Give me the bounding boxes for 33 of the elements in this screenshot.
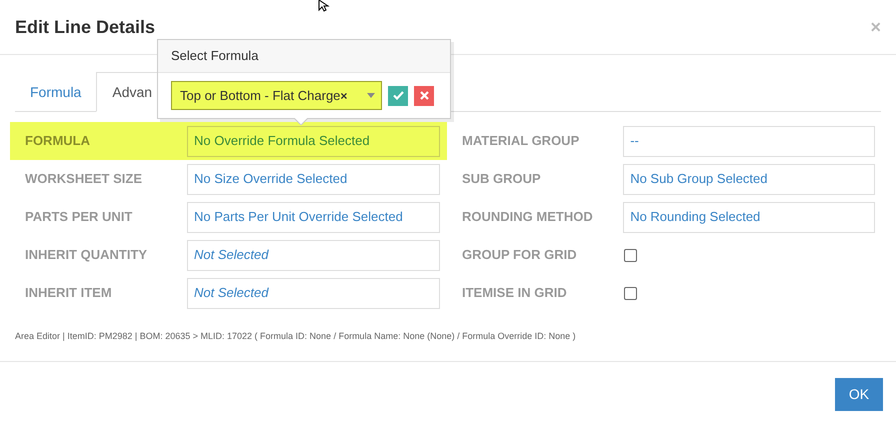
cancel-button[interactable]	[414, 86, 434, 106]
select-field[interactable]: No Parts Per Unit Override Selected	[187, 202, 440, 232]
ok-button[interactable]: OK	[835, 378, 883, 411]
select-field[interactable]: No Override Formula Selected	[187, 126, 440, 156]
close-icon	[420, 91, 428, 100]
clear-button[interactable]: ×	[340, 90, 348, 102]
field-label: ROUNDING METHOD	[461, 208, 594, 226]
field-label: WORKSHEET SIZE	[24, 170, 144, 188]
popover-title: Select Formula	[171, 47, 258, 66]
field-label: ITEMISE IN GRID	[461, 284, 568, 302]
checkbox[interactable]	[624, 248, 637, 262]
checkbox[interactable]	[624, 286, 637, 300]
field-label: MATERIAL GROUP	[461, 132, 580, 150]
field-label: PARTS PER UNIT	[24, 208, 134, 226]
select-field[interactable]: --	[623, 126, 875, 156]
field-label: GROUP FOR GRID	[461, 246, 578, 264]
select-field[interactable]: No Size Override Selected	[187, 164, 440, 194]
item-info-text: Area Editor | ItemID: PM2982 | BOM: 20635 > MLID: 17022 ( Formula ID: None / Formula Name: None (None) / Formula Override ID: None )	[15, 330, 576, 343]
field-label: FORMULA	[24, 132, 91, 150]
field-label: INHERIT QUANTITY	[24, 246, 148, 264]
select-field[interactable]: No Sub Group Selected	[623, 164, 875, 194]
caret-icon	[367, 93, 375, 98]
field-label: SUB GROUP	[461, 170, 542, 188]
formula-select[interactable]: Top or Bottom - Flat Charge×	[171, 81, 382, 110]
tab[interactable]: Formula	[15, 72, 96, 112]
select-field[interactable]: Not Selected	[187, 240, 440, 270]
select-field[interactable]: Not Selected	[187, 278, 440, 308]
dialog-title: Edit Line Details	[15, 16, 156, 38]
confirm-button[interactable]	[388, 86, 408, 106]
field-label: INHERIT ITEM	[24, 284, 113, 302]
select-field[interactable]: No Rounding Selected	[623, 202, 875, 232]
check-icon	[392, 91, 404, 100]
select-value: Top or Bottom - Flat Charge	[180, 86, 340, 105]
